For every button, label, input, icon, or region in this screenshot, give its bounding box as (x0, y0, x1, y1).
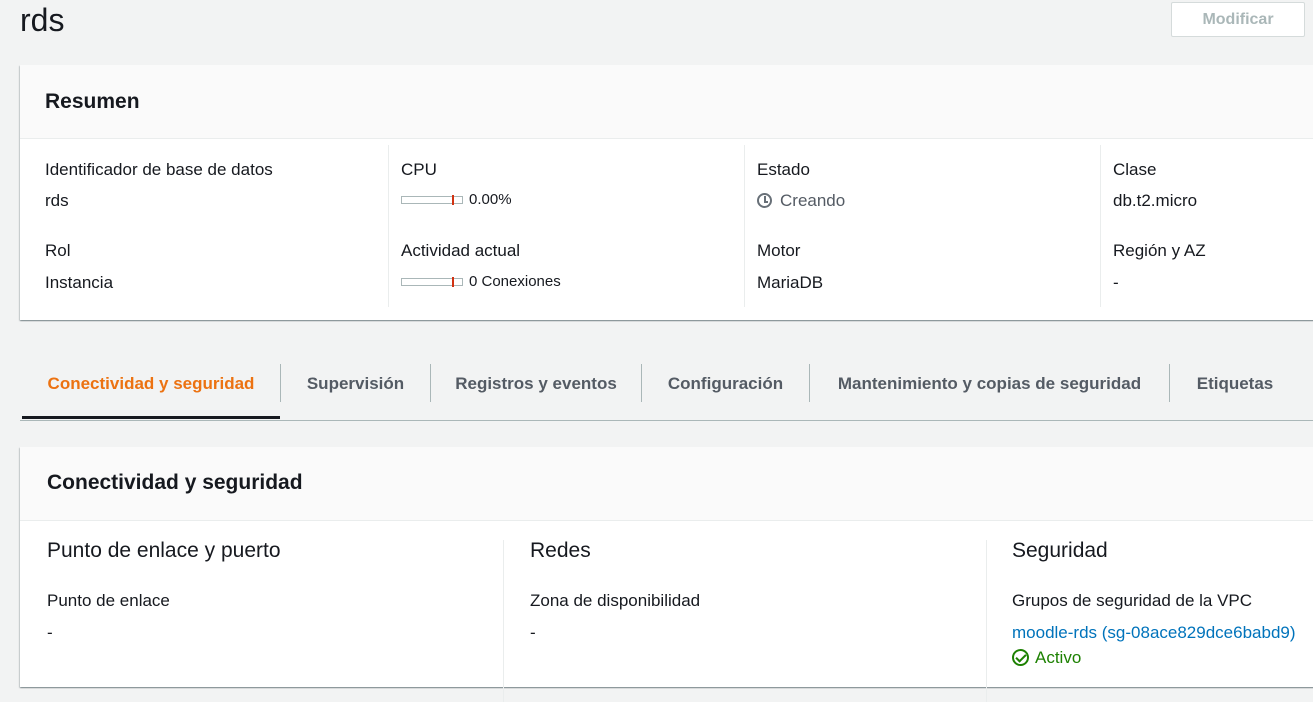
summary-col-4: Clase db.t2.micro Región y AZ - (1100, 145, 1313, 307)
db-id-value: rds (45, 191, 69, 210)
tab-connectivity-security[interactable]: Conectividad y seguridad (22, 364, 280, 404)
status-label: Estado (757, 160, 810, 179)
activity-meter (401, 277, 463, 288)
region-value: - (1113, 273, 1119, 292)
tab-logs-events[interactable]: Registros y eventos (431, 364, 641, 404)
cpu-meter (401, 195, 463, 206)
vpc-sg-status-row: Activo (1012, 648, 1081, 668)
vpc-sg-status: Activo (1035, 648, 1082, 667)
activity-label: Actividad actual (401, 241, 521, 260)
summary-col-3: Estado Creando Motor MariaDB (744, 145, 1101, 307)
tab-configuration[interactable]: Configuración (642, 364, 809, 404)
cpu-value: 0.00% (469, 191, 512, 208)
clock-icon (757, 193, 772, 208)
check-circle-icon (1012, 649, 1029, 666)
summary-col-1: Identificador de base de datos rds Rol I… (20, 145, 376, 307)
cpu-value-row: 0.00% (401, 191, 512, 208)
connectivity-title: Conectividad y seguridad (47, 471, 303, 494)
endpoint-section-title: Punto de enlace y puerto (47, 539, 281, 562)
tab-tags[interactable]: Etiquetas (1170, 364, 1300, 404)
cpu-label: CPU (401, 160, 437, 179)
engine-label: Motor (757, 241, 801, 260)
connectivity-header: Conectividad y seguridad (20, 447, 1313, 521)
connectivity-panel: Conectividad y seguridad Punto de enlace… (20, 447, 1313, 702)
activity-value-row: 0 Conexiones (401, 273, 561, 290)
endpoint-label: Punto de enlace (47, 591, 170, 610)
endpoint-col: Punto de enlace y puerto Punto de enlace… (20, 521, 503, 683)
active-tab-indicator (22, 416, 280, 419)
summary-title: Resumen (45, 90, 140, 113)
az-value: - (530, 623, 536, 642)
endpoint-value: - (47, 623, 53, 642)
network-section-title: Redes (530, 539, 591, 562)
summary-col-2: CPU 0.00% Actividad actual 0 Conexiones (388, 145, 745, 307)
az-label: Zona de disponibilidad (530, 591, 701, 610)
role-label: Rol (45, 241, 71, 260)
vpc-sg-label: Grupos de seguridad de la VPC (1012, 591, 1253, 610)
summary-header: Resumen (20, 65, 1313, 139)
page-title: rds (20, 2, 65, 38)
region-label: Región y AZ (1113, 241, 1206, 260)
class-label: Clase (1113, 160, 1157, 179)
status-value-row: Creando (757, 191, 845, 211)
security-section-title: Seguridad (1012, 539, 1108, 562)
modify-button[interactable]: Modificar (1171, 2, 1305, 37)
tab-maintenance-backups[interactable]: Mantenimiento y copias de seguridad (810, 364, 1169, 404)
activity-value: 0 Conexiones (469, 273, 561, 290)
class-value: db.t2.micro (1113, 191, 1198, 210)
vpc-sg-link[interactable]: moodle-rds (sg-08ace829dce6babd9) (1012, 623, 1296, 643)
tab-monitoring[interactable]: Supervisión (281, 364, 430, 404)
role-value: Instancia (45, 273, 114, 292)
tab-bar: Conectividad y seguridad Supervisión Reg… (20, 342, 1313, 421)
engine-value: MariaDB (757, 273, 824, 292)
network-col: Redes Zona de disponibilidad - (503, 539, 987, 702)
status-value: Creando (780, 191, 846, 210)
db-id-label: Identificador de base de datos (45, 160, 273, 179)
summary-panel: Resumen Identificador de base de datos r… (20, 65, 1313, 320)
security-col: Seguridad Grupos de seguridad de la VPC … (986, 539, 1313, 702)
